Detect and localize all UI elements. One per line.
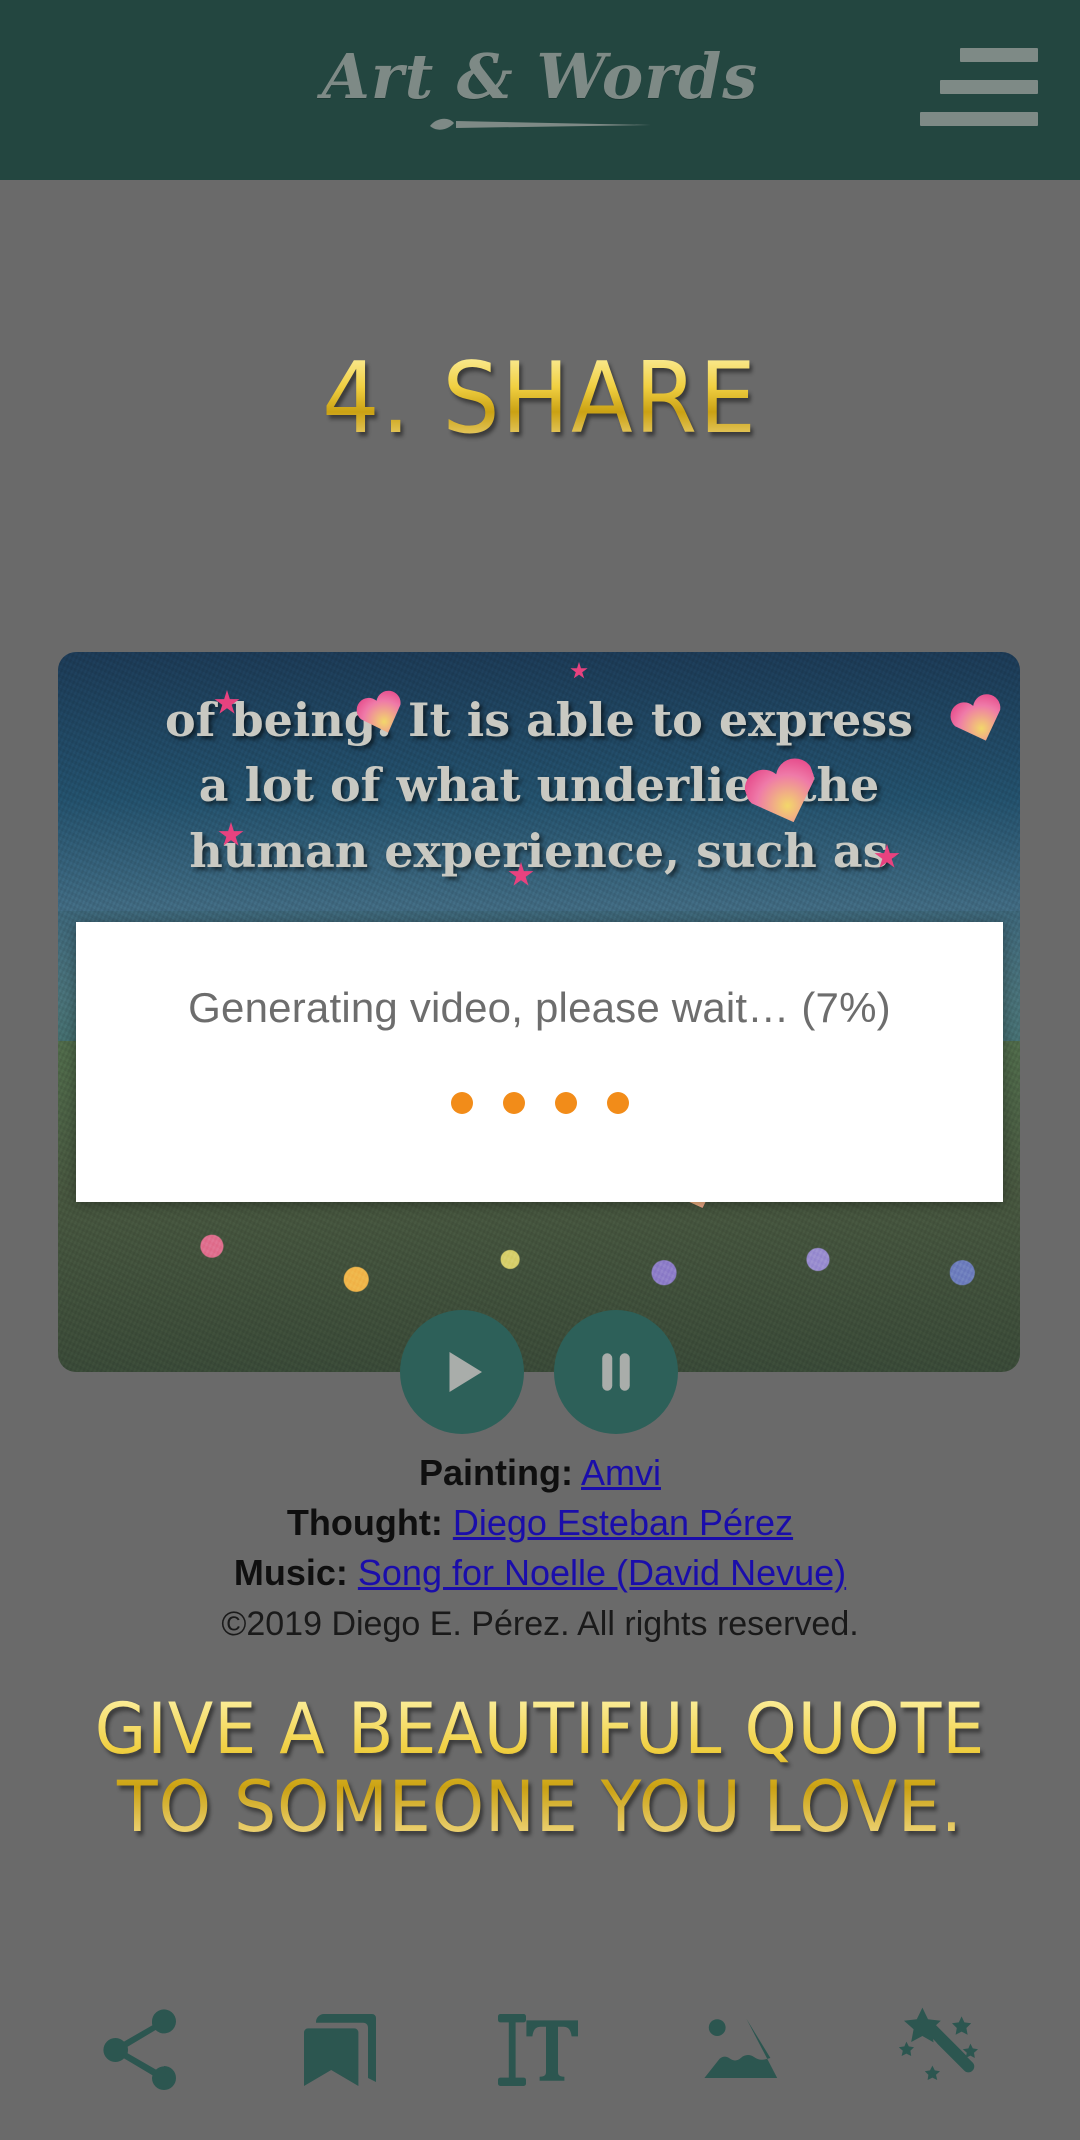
hamburger-bar-1	[960, 48, 1038, 62]
hamburger-menu-button[interactable]	[920, 48, 1038, 126]
loading-dot	[606, 1092, 629, 1114]
hamburger-bar-3	[920, 112, 1038, 126]
video-transport-controls	[58, 1310, 1020, 2140]
hamburger-bar-2	[940, 80, 1038, 94]
loading-dots-indicator	[450, 1092, 629, 1114]
loading-dot	[502, 1092, 525, 1114]
app-header: Art & Words	[0, 0, 1080, 180]
loading-dot	[450, 1092, 473, 1114]
page-title: 4. SHARE	[43, 348, 1037, 451]
loading-dot	[554, 1092, 577, 1114]
generating-video-dialog: Generating video, please wait… (7%)	[76, 922, 1003, 1202]
modal-layer: Generating video, please wait… (7%)	[58, 652, 1020, 1372]
app-root: Art & Words 4. SHARE of being. It is abl…	[0, 0, 1080, 2140]
brand-logo[interactable]: Art & Words	[322, 46, 758, 134]
dialog-message: Generating video, please wait… (7%)	[188, 984, 891, 1031]
paintbrush-icon	[429, 118, 651, 130]
brand-title: Art & Words	[321, 40, 759, 113]
